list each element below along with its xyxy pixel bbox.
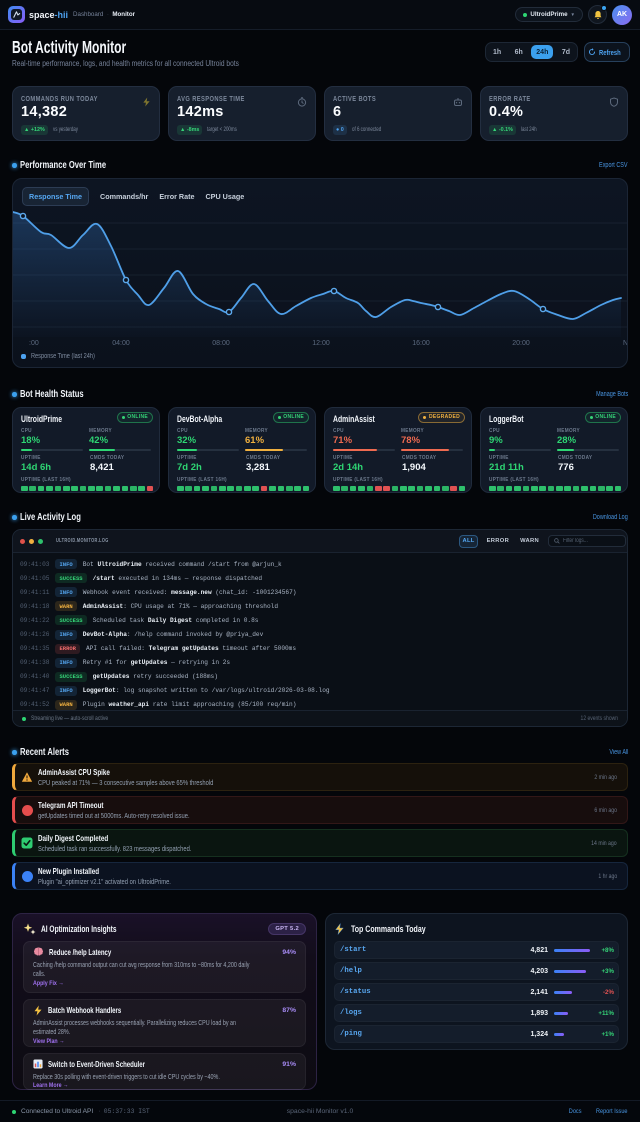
svg-text:16:00: 16:00 bbox=[412, 340, 430, 347]
svg-text:12:00: 12:00 bbox=[312, 340, 330, 347]
svg-text:08:00: 08:00 bbox=[212, 340, 230, 347]
svg-text:Now: Now bbox=[623, 340, 628, 347]
svg-text::00: :00 bbox=[29, 340, 39, 347]
svg-text:20:00: 20:00 bbox=[512, 340, 530, 347]
svg-text:04:00: 04:00 bbox=[112, 340, 130, 347]
